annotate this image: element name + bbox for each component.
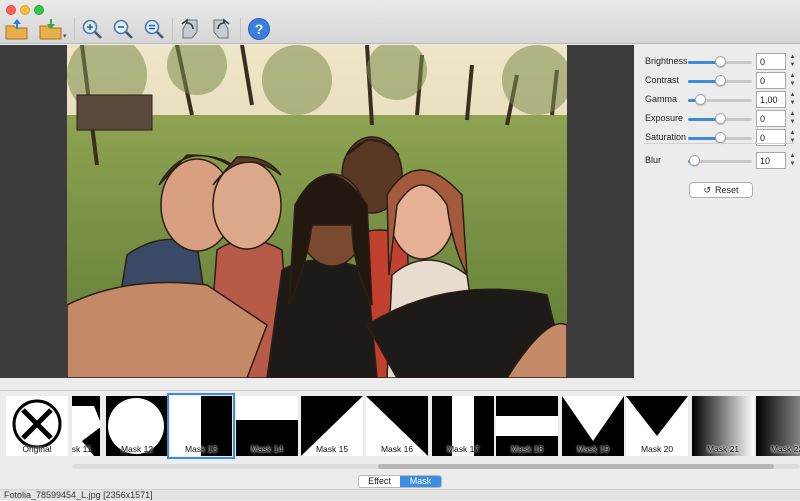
- tab-mask[interactable]: Mask: [400, 476, 441, 487]
- mask-thumbnail-label: Mask 20: [640, 444, 674, 454]
- image-canvas[interactable]: [0, 45, 634, 378]
- zoom-fit-button[interactable]: [141, 16, 167, 42]
- preview-photo: [67, 45, 567, 378]
- mask-thumbnail-label: Mask 14: [250, 444, 284, 454]
- strip-scrollbar[interactable]: [72, 462, 800, 470]
- blur-stepper[interactable]: ▲ ▼: [788, 152, 797, 169]
- blur-label: Blur: [645, 155, 662, 165]
- save-dropdown-arrow-icon[interactable]: ▾: [63, 32, 67, 40]
- mask-thumbnail-label: Mask 11: [72, 444, 92, 454]
- window-close-button[interactable]: [6, 5, 16, 15]
- blur-slider[interactable]: [688, 155, 752, 166]
- saturation-slider[interactable]: [688, 132, 752, 143]
- mask-thumbnail-label: Mask 18: [510, 444, 544, 454]
- mask-thumbnail-label: Mask 21: [706, 444, 740, 454]
- exposure-slider[interactable]: [688, 113, 752, 124]
- mask-thumbnail-label: Original: [22, 444, 52, 454]
- zoom-out-button[interactable]: [110, 16, 136, 42]
- rotate-right-button[interactable]: [208, 16, 234, 42]
- status-bar: Fotolia_78599454_L.jpg [2356x1571]: [0, 489, 800, 500]
- open-folder-icon: [5, 19, 28, 40]
- gamma-label: Gamma: [645, 94, 678, 104]
- mask-thumbnail[interactable]: Mask 13: [167, 393, 235, 459]
- reset-icon: ↺: [703, 184, 712, 195]
- brightness-label: Brightness: [645, 56, 688, 66]
- reset-button[interactable]: ↺ Reset: [689, 182, 753, 198]
- mask-thumbnail-label: Mask 15: [315, 444, 349, 454]
- mask-thumbnail-label: Mask 17: [446, 444, 480, 454]
- brightness-slider[interactable]: [688, 56, 752, 67]
- brightness-field[interactable]: 0: [756, 53, 786, 70]
- zoom-fit-icon: [144, 19, 164, 39]
- blur-row: Blur 10 ▲ ▼: [636, 152, 800, 170]
- contrast-field[interactable]: 0: [756, 72, 786, 89]
- rotate-right-icon: [213, 18, 230, 39]
- saturation-row: Saturation 0 ▲ ▼: [636, 129, 800, 147]
- contrast-label: Contrast: [645, 75, 680, 85]
- mask-thumbnail[interactable]: Mask 17: [432, 396, 494, 456]
- save-button[interactable]: [38, 16, 64, 42]
- window-minimize-button[interactable]: [20, 5, 30, 15]
- saturation-label: Saturation: [645, 132, 687, 142]
- mask-thumbnail-label: Mask 13: [184, 444, 218, 454]
- adjustments-panel: Brightness 0 ▲ ▼ Contrast 0 ▲ ▼ Gamma 1,00…: [636, 45, 800, 378]
- exposure-stepper[interactable]: ▲ ▼: [788, 110, 797, 127]
- mask-thumbnail[interactable]: Mask 19: [562, 396, 624, 456]
- help-button[interactable]: ?: [246, 16, 272, 42]
- reset-label: Reset: [715, 185, 739, 195]
- mask-thumbnail-label: Mask 22: [770, 444, 800, 454]
- mask-thumbnail[interactable]: Mask 14: [236, 396, 298, 456]
- contrast-slider[interactable]: [688, 75, 752, 86]
- help-icon: ?: [248, 18, 270, 40]
- mask-strip: Original Mask 11 Mask 12 Mask 13 Mask 14 Mask…: [0, 390, 800, 472]
- exposure-field[interactable]: 0: [756, 110, 786, 127]
- toolbar-separator: [74, 18, 75, 40]
- toolbar-separator: [240, 18, 241, 40]
- toolbar: ▾ ?: [0, 0, 800, 44]
- rotate-left-icon: [181, 18, 198, 39]
- toolbar-separator: [172, 18, 173, 40]
- open-button[interactable]: [4, 16, 30, 42]
- mask-thumbnail-label: Mask 12: [120, 444, 154, 454]
- gamma-field[interactable]: 1,00: [756, 91, 786, 108]
- mask-thumbnail-label: Mask 16: [380, 444, 414, 454]
- contrast-stepper[interactable]: ▲ ▼: [788, 72, 797, 89]
- mask-thumbnail[interactable]: Mask 16: [366, 396, 428, 456]
- rotate-left-button[interactable]: [177, 16, 203, 42]
- mask-thumbnail[interactable]: Mask 18: [496, 396, 558, 456]
- mask-thumbnail[interactable]: Mask 20: [626, 396, 688, 456]
- blur-field[interactable]: 10: [756, 152, 786, 169]
- gamma-slider[interactable]: [688, 94, 752, 105]
- zoom-out-icon: [113, 19, 133, 39]
- mode-tabs: Effect Mask: [358, 475, 442, 488]
- mask-thumbnail[interactable]: Original: [6, 396, 68, 456]
- gamma-row: Gamma 1,00 ▲ ▼: [636, 91, 800, 109]
- mask-thumbnail[interactable]: Mask 11: [72, 396, 100, 456]
- exposure-label: Exposure: [645, 113, 684, 123]
- mask-thumbnail-label: Mask 19: [576, 444, 610, 454]
- window-zoom-button[interactable]: [34, 5, 44, 15]
- mask-thumbnail[interactable]: Mask 22: [756, 396, 800, 456]
- exposure-row: Exposure 0 ▲ ▼: [636, 110, 800, 128]
- save-folder-icon: [39, 19, 62, 40]
- svg-text:?: ?: [255, 21, 264, 37]
- brightness-stepper[interactable]: ▲ ▼: [788, 53, 797, 70]
- gamma-stepper[interactable]: ▲ ▼: [788, 91, 797, 108]
- scrollbar-thumb[interactable]: [378, 464, 774, 469]
- app-window: ▾ ? Brightness 0 ▲ ▼ Contrast 0 ▲ ▼ Gamm…: [0, 0, 800, 500]
- mask-thumbnail[interactable]: Mask 21: [692, 396, 754, 456]
- zoom-in-button[interactable]: [79, 16, 105, 42]
- contrast-row: Contrast 0 ▲ ▼: [636, 72, 800, 90]
- zoom-in-icon: [82, 19, 102, 39]
- brightness-row: Brightness 0 ▲ ▼: [636, 53, 800, 71]
- tab-effect[interactable]: Effect: [359, 476, 400, 487]
- panel-divider: [644, 143, 794, 144]
- mask-thumbnail[interactable]: Mask 12: [106, 396, 168, 456]
- mask-thumbnail[interactable]: Mask 15: [301, 396, 363, 456]
